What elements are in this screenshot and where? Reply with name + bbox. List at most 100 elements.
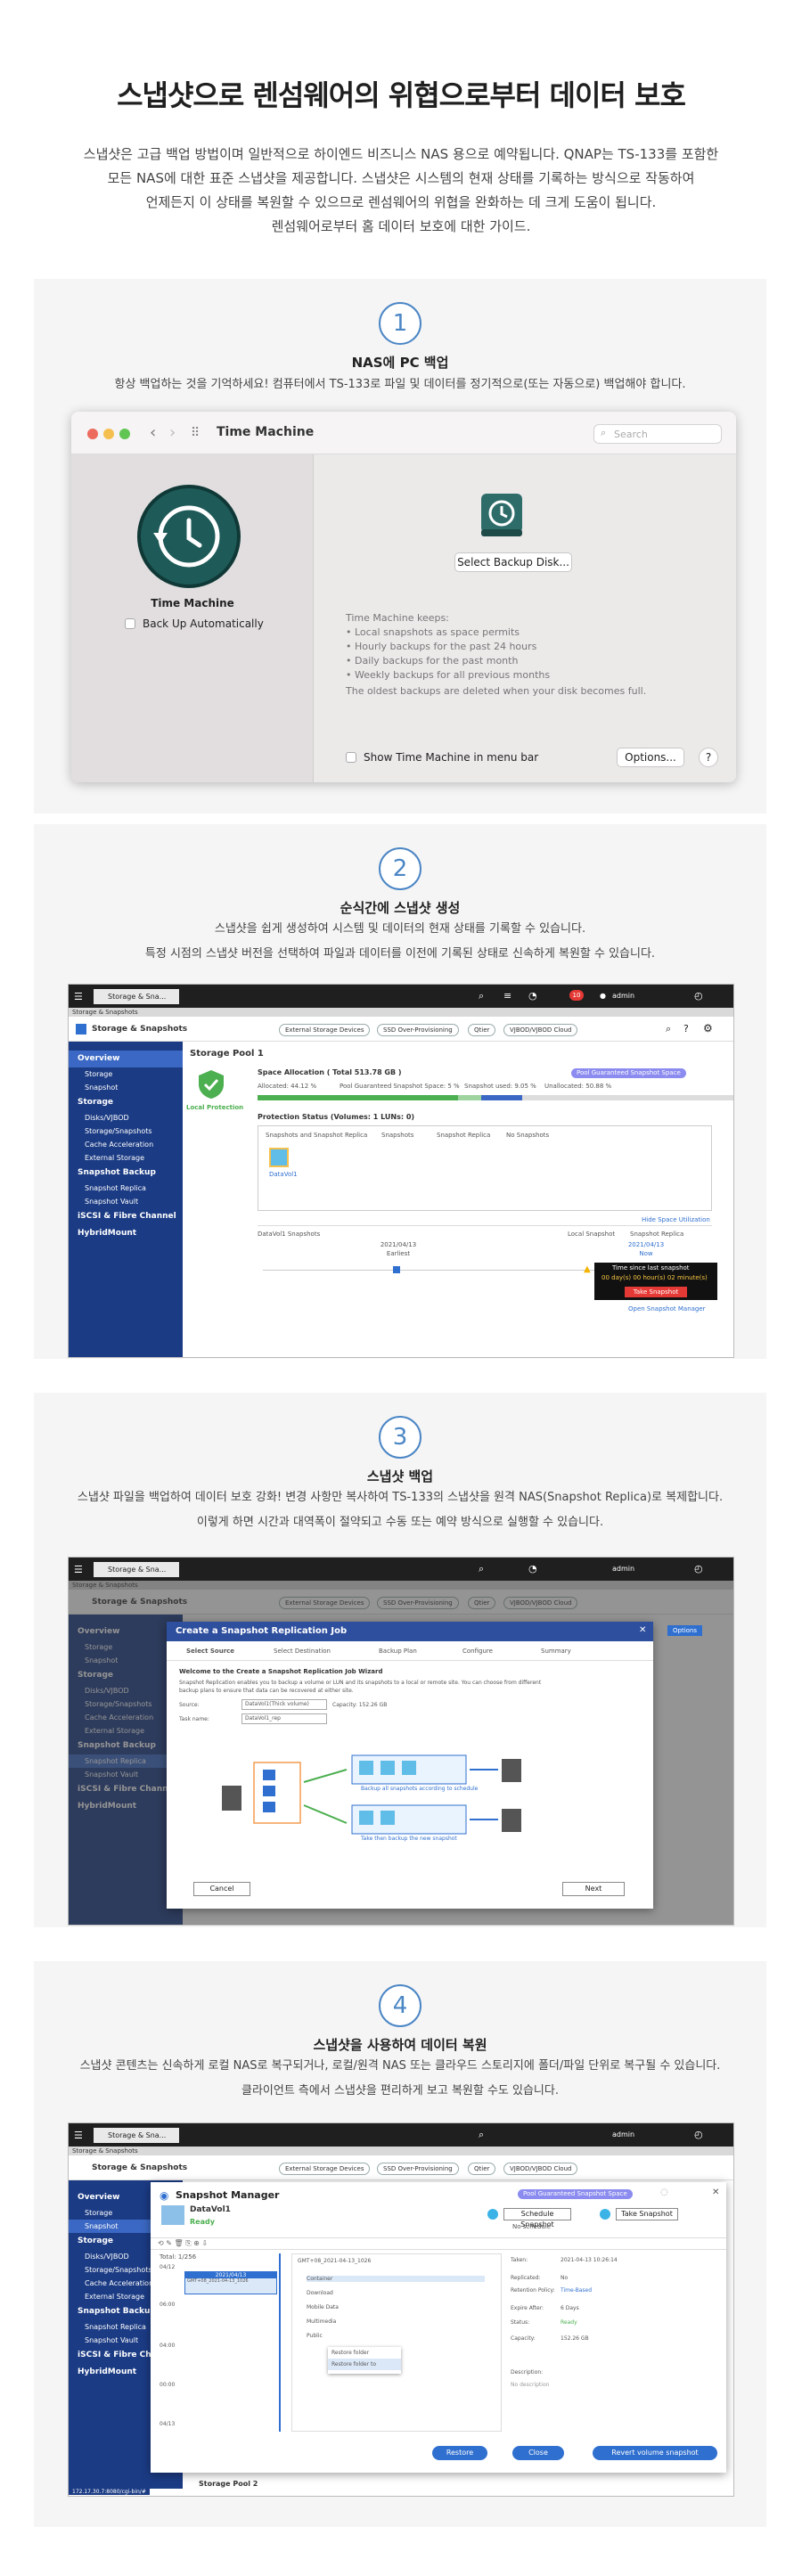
menu-icon[interactable]: ☰ (74, 991, 83, 1002)
sidebar-item-hybridmount[interactable]: HybridMount (69, 1225, 183, 1242)
step-desc-line: 특정 시점의 스냅샷 버전을 선택하여 파일과 데이터를 이전에 기록된 상태로… (144, 947, 656, 961)
hide-space-utilization-link[interactable]: Hide Space Utilization (642, 1216, 710, 1223)
close-icon[interactable]: ✕ (712, 2188, 719, 2197)
filter-none[interactable]: No Snapshots (506, 1132, 549, 1139)
gear-icon[interactable]: ⚙ (703, 1022, 713, 1034)
revert-volume-snapshot-button[interactable]: Revert volume snapshot (593, 2446, 717, 2460)
ssd-overprovision-pill[interactable]: SSD Over-Provisioning (377, 2163, 459, 2175)
admin-label[interactable]: admin (612, 2130, 634, 2138)
sidebar-group-storage[interactable]: Storage (69, 1094, 183, 1111)
folder-item[interactable]: Container (307, 2276, 485, 2282)
sidebar-item-storage-snapshots[interactable]: Storage/Snapshots (69, 1124, 183, 1138)
folder-item[interactable]: Multimedia (307, 2318, 336, 2325)
sidebar-item-external[interactable]: External Storage (69, 1151, 183, 1165)
help-icon[interactable]: ? (683, 1023, 689, 1034)
tree-root[interactable]: GMT+08_2021-04-13_1026 (298, 2258, 371, 2264)
next-button[interactable]: Next (562, 1882, 625, 1896)
external-storage-pill[interactable]: External Storage Devices (279, 2163, 371, 2175)
external-storage-pill[interactable]: External Storage Devices (279, 1024, 371, 1036)
app-tab[interactable]: Storage & Sna... (94, 989, 179, 1004)
open-snapshot-manager-link[interactable]: Open Snapshot Manager (628, 1305, 706, 1313)
sidebar-group-backup[interactable]: Snapshot Backup (69, 1165, 183, 1182)
volume-icon[interactable] (269, 1148, 289, 1167)
filter-replica[interactable]: Snapshot Replica (437, 1132, 490, 1139)
pool-guaranteed-badge[interactable]: Pool Guaranteed Snapshot Space (571, 1068, 686, 1078)
menu-icon[interactable]: ☰ (74, 1564, 83, 1575)
back-arrow-icon[interactable]: ‹ (150, 423, 156, 442)
filter-both[interactable]: Snapshots and Snapshot Replica (266, 1132, 367, 1139)
context-restore-folder-to[interactable]: Restore folder to (328, 2359, 401, 2370)
help-button[interactable]: ? (699, 748, 718, 767)
schedule-snapshot-button[interactable]: Schedule Snapshot (503, 2208, 571, 2228)
vjbod-pill[interactable]: VJBOD/VJBOD Cloud (503, 2163, 578, 2175)
take-snapshot-button[interactable]: Take Snapshot (625, 1287, 687, 1297)
search-icon[interactable]: ⌕ (479, 1563, 484, 1575)
gauge-icon[interactable]: ◴ (694, 990, 703, 1002)
task-name-input[interactable]: DataVol1_rep (241, 1713, 327, 1724)
vjbod-pill[interactable]: VJBOD/VJBOD Cloud (503, 1024, 578, 1036)
app-tab[interactable]: Storage & Sna... (94, 1562, 179, 1577)
sidebar-item-vault[interactable]: Snapshot Vault (69, 1195, 183, 1208)
search-icon[interactable]: ⌕ (479, 2129, 484, 2141)
tm-sidebar: Time Machine Back Up Automatically (71, 454, 314, 782)
step-desc: 스냅샷을 쉽게 생성하여 시스템 및 데이터의 현재 상태를 기록할 수 있습니… (52, 917, 749, 967)
sidebar-item-storage[interactable]: Storage (69, 1067, 183, 1081)
sidebar-item-cache[interactable]: Cache Acceleration (69, 1138, 183, 1151)
page-title: 스냅샷으로 렌섬웨어의 위협으로부터 데이터 보호 (117, 78, 686, 112)
user-icon[interactable]: ● (600, 992, 606, 1000)
search-input[interactable]: ⌕ Search (593, 424, 722, 444)
wizard-step: Select Source (186, 1648, 235, 1655)
sidebar-item-iscsi[interactable]: iSCSI & Fibre Channel (69, 1208, 183, 1225)
zoom-window-button[interactable] (119, 429, 130, 439)
filter-snapshots[interactable]: Snapshots (381, 1132, 413, 1139)
take-snapshot-button[interactable]: Take Snapshot (616, 2208, 678, 2220)
show-menu-checkbox[interactable] (346, 752, 356, 763)
ssd-overprovision-pill[interactable]: SSD Over-Provisioning (377, 1024, 459, 1036)
tasks-icon[interactable]: ≡ (503, 990, 511, 1002)
select-backup-disk-button[interactable]: Select Backup Disk... (454, 552, 572, 572)
source-select[interactable]: DataVol1(Thick volume) (241, 1699, 327, 1710)
context-restore-folder[interactable]: Restore folder (328, 2347, 401, 2359)
forward-arrow-icon[interactable]: › (169, 423, 176, 442)
folder-item[interactable]: Public (307, 2333, 323, 2339)
search-icon[interactable]: ⌕ (479, 990, 484, 1002)
notification-icon[interactable]: ◔ (528, 1563, 537, 1574)
admin-label[interactable]: admin (612, 1565, 634, 1573)
admin-label[interactable]: admin (612, 992, 634, 1000)
gauge-icon[interactable]: ◴ (694, 2129, 703, 2140)
menu-icon[interactable]: ☰ (74, 2130, 83, 2141)
options-tab[interactable]: Options (667, 1625, 703, 1636)
cancel-button[interactable]: Cancel (193, 1882, 250, 1896)
app-header: Storage & Snapshots External Storage Dev… (69, 1017, 733, 1042)
snapshot-list-item[interactable]: 2021/04/13 GMT+08_2021-04-13_1026 (184, 2271, 277, 2294)
sidebar-item-snapshot[interactable]: Snapshot (69, 1081, 183, 1094)
restore-button[interactable]: Restore (432, 2446, 487, 2460)
pool-guaranteed-badge[interactable]: Pool Guaranteed Snapshot Space (518, 2189, 633, 2199)
qtier-pill[interactable]: Qtier (468, 1024, 496, 1036)
info-icon[interactable]: ◌ (660, 2188, 668, 2197)
sidebar-item-overview[interactable]: Overview (69, 1051, 183, 1067)
volume-label[interactable]: DataVol1 (269, 1171, 298, 1178)
search-icon[interactable]: ⌕ (666, 1023, 671, 1035)
sidebar-item-disks[interactable]: Disks/VJBOD (69, 1111, 183, 1124)
minimize-window-button[interactable] (103, 429, 114, 439)
backup-auto-checkbox[interactable] (125, 618, 135, 629)
app-tab[interactable]: Storage & Sna... (94, 2128, 179, 2143)
close-button[interactable]: Close (512, 2446, 564, 2460)
time-tick: 04:00 (160, 2343, 176, 2349)
qtier-pill[interactable]: Qtier (468, 2163, 496, 2175)
show-menu-label: Show Time Machine in menu bar (364, 751, 539, 764)
qnap-snapshot-manager-screenshot: ☰ Storage & Sna... ⌕ admin ◴ Storage & S… (68, 2122, 734, 2497)
detail-value[interactable]: Time-Based (561, 2287, 592, 2294)
gauge-icon[interactable]: ◴ (694, 1563, 703, 1574)
close-icon[interactable]: ✕ (639, 1625, 646, 1635)
options-button[interactable]: Options... (617, 748, 684, 767)
snapshot-point[interactable] (393, 1266, 400, 1273)
folder-item[interactable]: Mobile Data (307, 2304, 339, 2310)
sidebar-item-replica[interactable]: Snapshot Replica (69, 1182, 183, 1195)
folder-item[interactable]: Download (307, 2290, 333, 2296)
close-window-button[interactable] (87, 429, 98, 439)
step-title: 스냅샷을 사용하여 데이터 복원 (313, 2037, 487, 2053)
notification-icon[interactable]: ◔ (528, 990, 537, 1002)
grid-icon[interactable]: ⠿ (191, 426, 200, 440)
